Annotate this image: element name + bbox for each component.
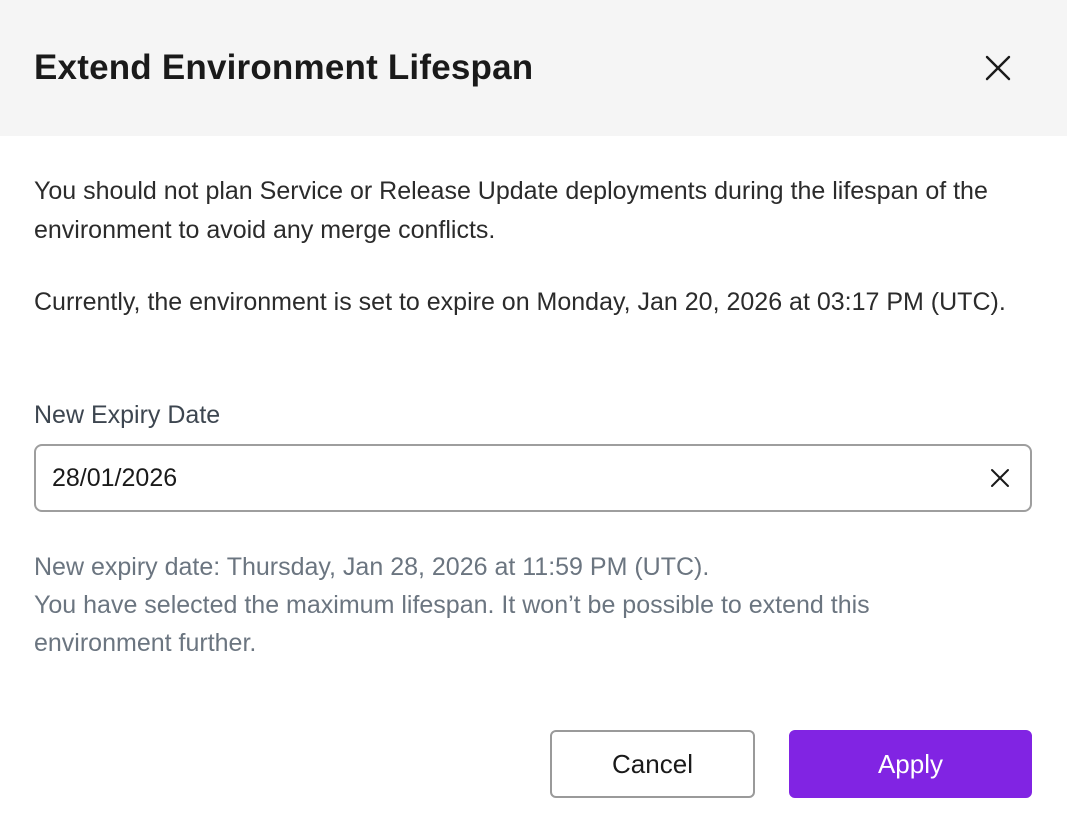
new-expiry-date-field	[34, 444, 1032, 512]
clear-date-button[interactable]	[982, 460, 1018, 496]
close-button[interactable]	[978, 48, 1018, 88]
new-expiry-helper-text: New expiry date: Thursday, Jan 28, 2026 …	[34, 553, 710, 581]
intro-text: You should not plan Service or Release U…	[34, 177, 988, 244]
extend-lifespan-dialog: Extend Environment Lifespan You should n…	[0, 0, 1067, 828]
current-expiry-text: Currently, the environment is set to exp…	[34, 288, 1006, 316]
clear-icon	[991, 469, 1009, 487]
dialog-header: Extend Environment Lifespan	[0, 0, 1067, 136]
new-expiry-date-label: New Expiry Date	[34, 401, 221, 429]
apply-button[interactable]: Apply	[789, 730, 1032, 798]
close-icon	[985, 55, 1011, 81]
new-expiry-date-input[interactable]	[52, 446, 952, 510]
dialog-title: Extend Environment Lifespan	[34, 48, 534, 87]
cancel-button[interactable]: Cancel	[550, 730, 755, 798]
max-lifespan-helper-text: You have selected the maximum lifespan. …	[34, 591, 870, 657]
